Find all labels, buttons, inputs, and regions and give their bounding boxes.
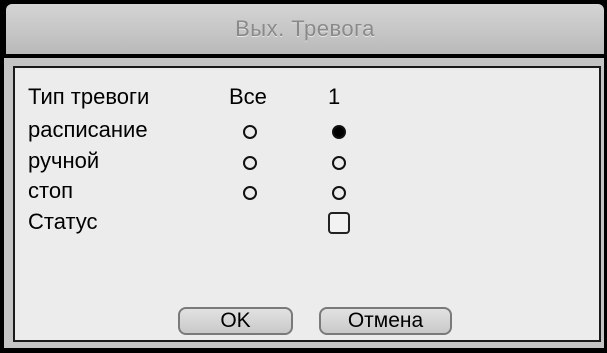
row-label-schedule: расписание (28, 117, 148, 142)
status-checkbox[interactable] (328, 212, 350, 234)
stop-ch1-radio[interactable] (332, 186, 346, 200)
column-all-header: Все (229, 84, 267, 109)
manual-all-radio[interactable] (243, 156, 257, 170)
settings-panel: Тип тревоги Все 1 расписание ручной стоп… (13, 66, 601, 342)
cancel-button[interactable]: Отмена (319, 307, 452, 335)
schedule-ch1-radio[interactable] (332, 125, 346, 139)
dialog-body: Тип тревоги Все 1 расписание ручной стоп… (4, 58, 604, 348)
ok-button[interactable]: OK (178, 307, 293, 335)
row-label-stop: стоп (28, 178, 73, 203)
alarm-output-dialog: Вых. Тревога Тип тревоги Все 1 расписани… (0, 0, 607, 353)
alarm-type-header: Тип тревоги (28, 84, 150, 109)
dialog-title: Вых. Тревога (235, 16, 375, 41)
status-label: Статус (28, 209, 98, 234)
column-1-header: 1 (328, 84, 341, 109)
schedule-all-radio[interactable] (243, 125, 257, 139)
dialog-title-bar: Вых. Тревога (6, 4, 604, 54)
row-label-manual: ручной (28, 148, 100, 173)
stop-all-radio[interactable] (243, 186, 257, 200)
manual-ch1-radio[interactable] (332, 156, 346, 170)
